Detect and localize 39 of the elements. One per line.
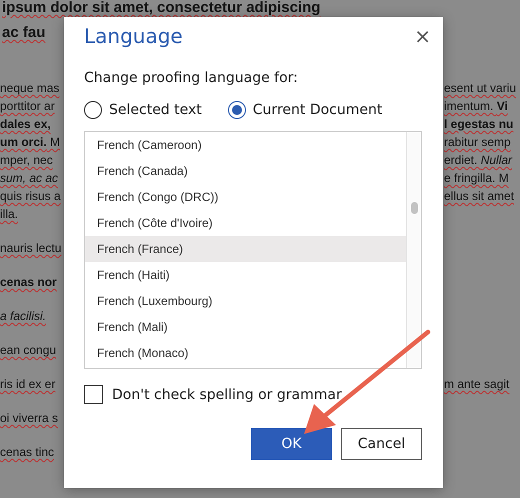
document-text: e fringilla. M (444, 170, 510, 187)
language-item[interactable]: French (France) (85, 236, 406, 262)
document-text: quis risus a (0, 188, 61, 205)
document-text: rabitur semp (444, 134, 512, 151)
scrollbar[interactable] (406, 132, 421, 368)
document-heading: ac fau (2, 24, 46, 41)
radio-label: Current Document (252, 102, 382, 118)
document-text: sum, ac ac (0, 170, 58, 187)
ok-button[interactable]: OK (251, 428, 332, 460)
document-text: cenas tinc (0, 444, 54, 461)
document-text: esent ut variu (444, 80, 518, 97)
document-text: porttitor ar (0, 98, 55, 115)
document-heading: ipsum dolor sit amet, consectetur adipiscing (2, 0, 320, 16)
close-button[interactable]: × (410, 25, 435, 47)
radio-label: Selected text (109, 102, 202, 118)
document-text: mper, nec (0, 152, 53, 169)
document-text: imentum. Vi (444, 98, 509, 115)
document-text: oi viverra s (0, 410, 58, 427)
document-text: l egestas nu (444, 116, 514, 133)
document-text: nauris lectu (0, 240, 62, 257)
document-text: um orci. M (0, 134, 60, 151)
document-text: ellus sit amet (444, 188, 516, 205)
checkbox-option[interactable]: Don't check spelling or grammar (84, 385, 342, 404)
document-text: ris id ex er (0, 376, 56, 393)
document-text: illa. (0, 206, 18, 223)
radio-option[interactable]: Current Document (228, 101, 382, 119)
document-text: m ante sagit (444, 376, 510, 393)
prompt-label: Change proofing language for: (84, 69, 298, 87)
document-text: cenas nor (0, 274, 57, 291)
document-text: dales ex, (0, 116, 51, 133)
document-text: a facilisi. (0, 308, 46, 325)
scrollbar-thumb[interactable] (411, 202, 418, 214)
radio-option[interactable]: Selected text (84, 101, 202, 119)
cancel-button[interactable]: Cancel (341, 428, 422, 460)
checkbox-label: Don't check spelling or grammar (112, 386, 342, 402)
document-text: ean congu (0, 342, 56, 359)
document-text: neque mas (0, 80, 60, 97)
dialog-title: Language (84, 23, 183, 49)
document-text: erdiet. Nullar (444, 152, 514, 169)
